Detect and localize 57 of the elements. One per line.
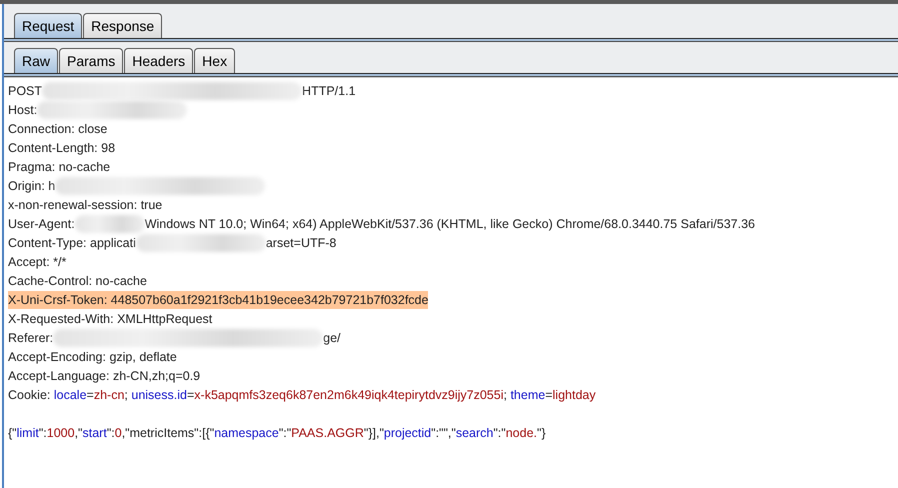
request-text: ":": [278, 426, 292, 440]
request-text: Content-Length: 98: [8, 140, 116, 154]
tab[interactable]: Request: [14, 13, 82, 38]
request-text: Pragma: no-cache: [8, 160, 110, 174]
request-text: Host:: [8, 102, 38, 116]
tab[interactable]: Hex: [194, 48, 236, 73]
request-text: unisess.id: [131, 388, 187, 402]
request-text: X-Requested-With: XMLHttpRequest: [8, 312, 212, 326]
tab[interactable]: Headers: [124, 48, 194, 73]
request-text: ,"metricItems":[{": [122, 426, 214, 440]
request-text: x-k5apqmfs3zeq6k87en2m6k49iqk4tepirytdvz9ijy7z055i: [194, 388, 504, 402]
request-text: 0: [114, 426, 122, 440]
request-text: x-non-renewal-session: true: [8, 198, 162, 212]
request-text: Connection: close: [8, 122, 108, 136]
request-text: zh-cn: [94, 388, 124, 402]
request-text: locale: [54, 388, 87, 402]
request-text: ":: [38, 426, 47, 440]
request-text: User-Agent:: [8, 216, 75, 230]
request-text: "}: [537, 426, 546, 440]
request-text: search: [456, 426, 494, 440]
request-text: "}],": [364, 426, 384, 440]
request-text: theme: [510, 388, 546, 402]
request-text: POST: [8, 84, 42, 98]
request-text: PAAS.AGGR: [291, 426, 364, 440]
request-text: ;: [504, 388, 508, 402]
request-text: Accept-Language: zh-CN,zh;q=0.9: [8, 368, 200, 382]
tab[interactable]: Raw: [14, 48, 58, 73]
request-text: 1000: [46, 426, 75, 440]
request-text: namespace: [214, 426, 279, 440]
request-text: Cache-Control: no-cache: [8, 274, 147, 288]
request-text: ge/: [323, 330, 341, 344]
request-text: ":"",": [431, 426, 456, 440]
request-text: ,": [74, 426, 82, 440]
request-text: Content-Type: applicati: [8, 236, 136, 250]
request-text: limit: [16, 426, 39, 440]
request-text: =: [86, 388, 94, 402]
request-text: Cookie:: [8, 388, 52, 402]
request-text: Windows NT 10.0; Win64; x64) AppleWebKit/537.36 (KHTML, like Gecko) Chrome/68.0.3440.75 Safari/537.36: [144, 216, 755, 230]
request-text: arset=UTF-8: [266, 236, 336, 250]
request-text: start: [82, 426, 107, 440]
request-text: ":": [493, 426, 506, 440]
request-text: HTTP/1.1: [302, 84, 356, 98]
request-text: =: [545, 388, 553, 402]
request-text: projectid: [384, 426, 432, 440]
request-text: node.: [506, 426, 538, 440]
request-text: ;: [124, 388, 129, 402]
request-text: Origin: h: [8, 178, 56, 192]
request-text: X-Uni-Crsf-Token: 448507b60a1f2921f3cb41b19ecee342b79721b7f032fcde: [8, 292, 428, 306]
request-text: Accept-Encoding: gzip, deflate: [8, 350, 177, 364]
request-text: ":: [106, 426, 115, 440]
request-text: {": [8, 426, 17, 440]
tab[interactable]: Response: [83, 13, 162, 38]
request-text: lightday: [552, 388, 596, 402]
tab[interactable]: Params: [59, 48, 124, 73]
request-text: Accept: */*: [8, 254, 66, 268]
request-text: Referer:: [8, 330, 54, 344]
request-text: =: [186, 388, 194, 402]
